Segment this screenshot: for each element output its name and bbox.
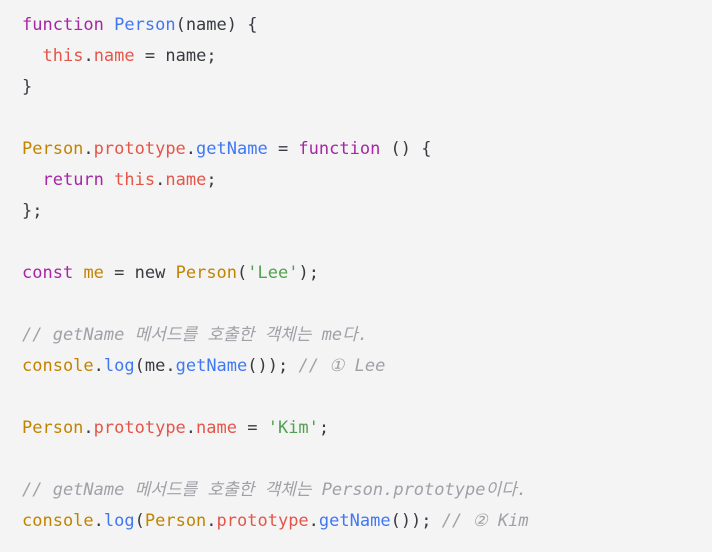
code-token-punct: . — [206, 511, 217, 531]
code-token-punct: . — [83, 46, 94, 66]
code-token-property: name — [165, 170, 207, 190]
code-token-class: console — [22, 511, 94, 531]
code-token-operator: = — [237, 418, 268, 438]
code-token-punct: ( — [175, 15, 186, 35]
code-token-property: this — [114, 170, 156, 190]
code-line: Person.prototype.getName = function () { — [22, 134, 712, 165]
code-token-comment: // getName 메서드를 호출한 객체는 me다. — [22, 325, 369, 345]
code-line: function Person(name) { — [22, 10, 712, 41]
code-token-comment: // ② Kim — [441, 511, 529, 531]
code-token-property: prototype — [216, 511, 309, 531]
code-token-function: log — [103, 356, 135, 376]
code-token-keyword: return — [42, 170, 104, 190]
code-token-punct: }; — [22, 201, 43, 221]
code-token-punct: ; — [206, 170, 217, 190]
code-token-punct: ( — [134, 511, 145, 531]
code-token-function: getName — [175, 356, 248, 376]
code-token-keyword: const — [22, 263, 74, 283]
code-token-punct: . — [93, 511, 104, 531]
code-line: // getName 메서드를 호출한 객체는 me다. — [22, 320, 712, 351]
code-token-operator: = — [103, 263, 135, 283]
code-token-punct: ; — [206, 46, 217, 66]
code-line: }; — [22, 196, 712, 227]
code-token-plain: name — [185, 15, 227, 35]
code-token-string: 'Lee' — [247, 263, 299, 283]
code-token-class: me — [83, 263, 104, 283]
code-token-string: 'Kim' — [267, 418, 319, 438]
code-token-punct: ); — [298, 263, 319, 283]
code-token-punct: ( — [237, 263, 248, 283]
code-line: return this.name; — [22, 165, 712, 196]
code-line: console.log(Person.prototype.getName());… — [22, 506, 712, 537]
code-token-punct: } — [22, 77, 33, 97]
code-token-function: log — [103, 511, 135, 531]
code-token-punct: . — [308, 511, 319, 531]
code-token-punct: ; — [318, 418, 330, 438]
code-token-punct: () { — [380, 139, 432, 159]
code-token-punct: ) { — [226, 15, 258, 35]
code-token-operator: = — [134, 46, 166, 66]
code-line: this.name = name; — [22, 41, 712, 72]
code-token-property: prototype — [93, 418, 186, 438]
code-token-plain: me — [144, 356, 166, 376]
code-token-function: getName — [318, 511, 391, 531]
code-token-plain: new — [134, 263, 166, 283]
code-block[interactable]: function Person(name) { this.name = name… — [0, 0, 712, 552]
code-token-property: this — [42, 46, 84, 66]
code-token-punct: . — [185, 139, 197, 159]
code-line: console.log(me.getName()); // ① Lee — [22, 351, 712, 382]
code-token-punct: . — [83, 139, 94, 159]
code-token-punct: ()); — [247, 356, 299, 376]
code-token-punct: ()); — [390, 511, 442, 531]
code-token-punct: ( — [134, 356, 145, 376]
code-line: } — [22, 72, 712, 103]
code-token-punct: . — [93, 356, 104, 376]
code-token-comment: // ① Lee — [298, 356, 386, 376]
code-token-property: prototype — [93, 139, 186, 159]
code-line: // getName 메서드를 호출한 객체는 Person.prototype… — [22, 475, 712, 506]
code-token-class: Person — [175, 263, 238, 283]
code-token-function: Person — [114, 15, 176, 35]
code-token-operator: = — [267, 139, 299, 159]
code-token-function: getName — [196, 139, 268, 159]
code-token-punct: . — [185, 418, 197, 438]
code-token-punct: . — [155, 170, 166, 190]
code-token-property: name — [93, 46, 135, 66]
code-token-class: Person — [22, 139, 84, 159]
code-line: Person.prototype.name = 'Kim'; — [22, 413, 712, 444]
code-line: const me = new Person('Lee'); — [22, 258, 712, 289]
code-token-class: Person — [144, 511, 207, 531]
code-token-punct: . — [165, 356, 176, 376]
code-token-class: console — [22, 356, 94, 376]
code-token-keyword: function — [22, 15, 104, 35]
code-token-plain: name — [165, 46, 207, 66]
code-token-class: Person — [22, 418, 84, 438]
code-token-property: name — [196, 418, 237, 438]
code-token-keyword: function — [298, 139, 381, 159]
code-token-comment: // getName 메서드를 호출한 객체는 Person.prototype… — [22, 480, 527, 500]
code-token-punct: . — [83, 418, 94, 438]
